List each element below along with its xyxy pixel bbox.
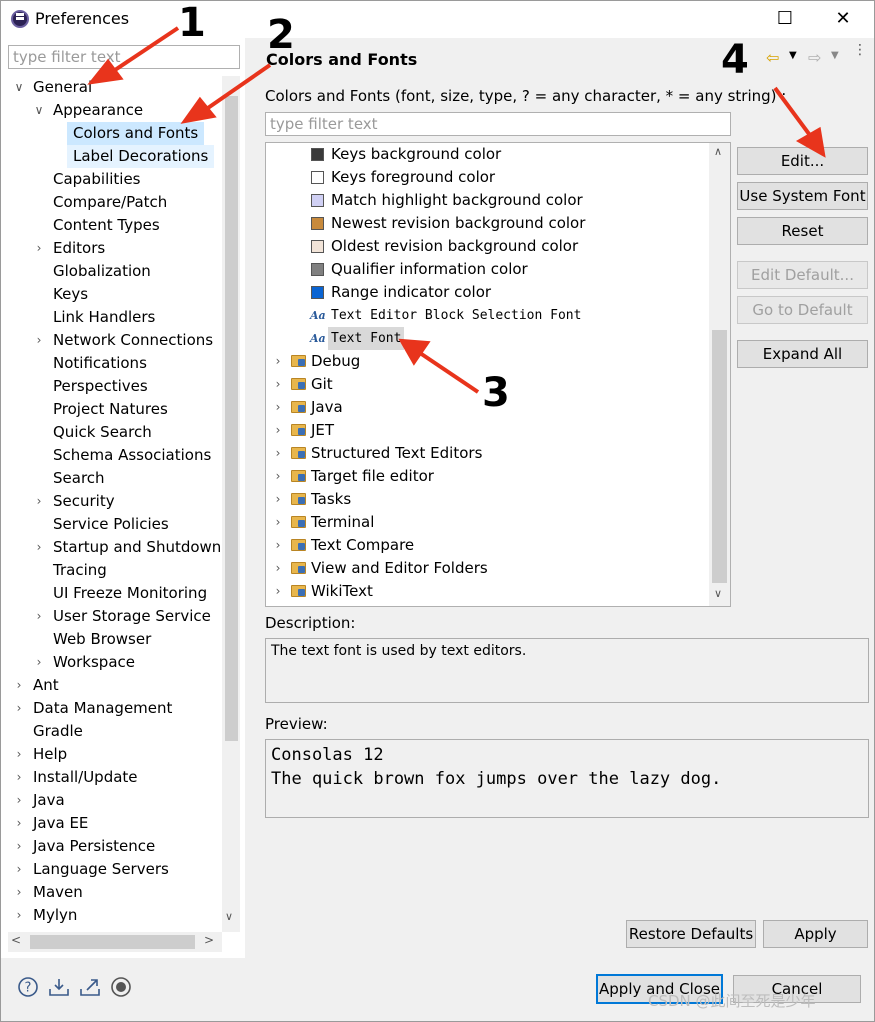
annotation-4: 4 — [721, 37, 749, 83]
arrow-4-head — [795, 126, 826, 158]
arrow-1-head — [87, 58, 124, 85]
annotation-1: 1 — [178, 0, 206, 46]
arrow-2-head — [180, 96, 217, 124]
arrow-3 — [418, 351, 480, 394]
arrow-4 — [773, 86, 814, 140]
annotation-3: 3 — [482, 370, 510, 416]
arrow-2 — [203, 63, 272, 112]
arrow-3-head — [398, 338, 431, 366]
arrow-1 — [110, 26, 180, 74]
watermark: CSDN @此间至死是少年 — [648, 992, 816, 1010]
annotation-arrows — [87, 26, 826, 394]
annotation-2: 2 — [267, 12, 295, 58]
